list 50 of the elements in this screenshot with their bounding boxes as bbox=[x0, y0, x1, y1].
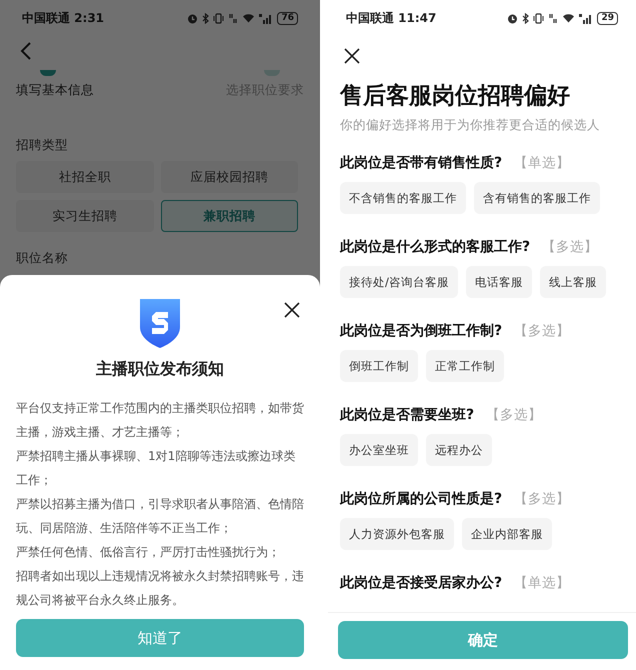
vibrate-icon bbox=[533, 12, 544, 24]
wifi-icon bbox=[242, 13, 256, 23]
step-label: 填写基本信息 bbox=[16, 82, 94, 99]
preference-option[interactable]: 办公室坐班 bbox=[340, 434, 418, 466]
page-subtitle: 你的偏好选择将用于为你推荐更合适的候选人 bbox=[340, 117, 601, 134]
dialog-title: 主播职位发布须知 bbox=[96, 359, 224, 380]
signal-icon bbox=[579, 12, 594, 24]
notice-paragraph: 严禁任何色情、低俗言行，严厉打击性骚扰行为； bbox=[16, 544, 281, 561]
selection-mode: 【多选】 bbox=[542, 238, 598, 256]
close-icon[interactable] bbox=[284, 302, 300, 318]
question-text: 此岗位是否为倒班工作制? bbox=[340, 322, 502, 340]
notice-paragraph: 平台仅支持正常工作范围内的主播类职位招聘，如带货主播，游戏主播、才艺主播等； bbox=[16, 400, 304, 441]
back-icon[interactable] bbox=[20, 42, 32, 60]
preference-option[interactable]: 接待处/咨询台客服 bbox=[340, 266, 458, 298]
selection-mode: 【单选】 bbox=[514, 574, 570, 592]
preference-option[interactable]: 线上客服 bbox=[540, 266, 606, 298]
section-label: 职位名称 bbox=[15, 250, 69, 267]
battery-indicator: 76 bbox=[277, 12, 298, 24]
question-text: 此岗位所属的公司性质是? bbox=[340, 490, 502, 508]
question-text: 此岗位是否需要坐班? bbox=[340, 406, 474, 424]
wifi-icon bbox=[562, 13, 576, 23]
preference-option[interactable]: 不含销售的客服工作 bbox=[340, 182, 466, 214]
preference-option[interactable]: 人力资源外包客服 bbox=[340, 518, 454, 550]
question-text: 此岗位是否接受居家办公? bbox=[340, 574, 502, 592]
vibrate-icon bbox=[213, 12, 224, 24]
preference-option[interactable]: 含有销售的客服工作 bbox=[474, 182, 600, 214]
battery-indicator: 29 bbox=[597, 12, 618, 24]
bluetooth-icon bbox=[522, 12, 530, 24]
preference-option[interactable]: 远程办公 bbox=[426, 434, 492, 466]
carrier-time: 中国联通 11:47 bbox=[346, 10, 436, 26]
notice-paragraph: 招聘者如出现以上违规情况将被永久封禁招聘账号，违规公司将被平台永久终止服务。 bbox=[16, 568, 304, 609]
notice-paragraph: 严禁以招募主播为借口，引导求职者从事陪酒、色情陪玩、同居陪游、生活陪伴等不正当工作； bbox=[16, 496, 304, 537]
bluetooth-icon bbox=[202, 12, 210, 24]
question-text: 此岗位是否带有销售性质? bbox=[340, 154, 502, 172]
preference-option[interactable]: 倒班工作制 bbox=[340, 350, 418, 382]
close-icon[interactable] bbox=[344, 48, 360, 64]
preference-option[interactable]: 企业内部客服 bbox=[462, 518, 552, 550]
page-title: 售后客服岗位招聘偏好 bbox=[340, 82, 571, 111]
preference-option[interactable]: 电话客服 bbox=[466, 266, 532, 298]
signal-icon bbox=[259, 12, 274, 24]
selection-mode: 【多选】 bbox=[486, 406, 542, 424]
preference-option[interactable]: 正常工作制 bbox=[426, 350, 504, 382]
question-text: 此岗位是什么形式的客服工作? bbox=[340, 238, 530, 256]
selection-mode: 【多选】 bbox=[514, 322, 570, 340]
shield-logo-icon bbox=[138, 297, 182, 349]
section-label: 招聘类型 bbox=[15, 137, 69, 154]
notice-paragraph: 严禁招聘主播从事裸聊、1对1陪聊等违法或擦边球类工作； bbox=[16, 448, 296, 489]
selection-mode: 【单选】 bbox=[514, 154, 570, 172]
carrier-time: 中国联通 2:31 bbox=[22, 10, 104, 26]
selection-mode: 【多选】 bbox=[514, 490, 570, 508]
